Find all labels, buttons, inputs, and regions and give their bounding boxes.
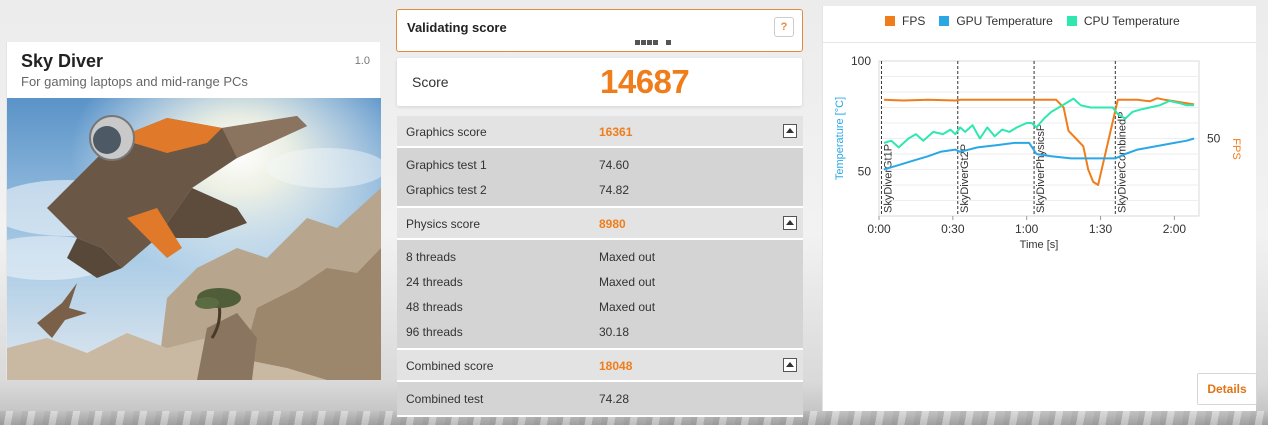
table-row: 8 threads Maxed out — [397, 244, 803, 269]
benchmark-title: Sky Diver — [21, 51, 104, 71]
section-score: 18048 — [599, 359, 633, 373]
phase-marker-label: SkyDiverGt2P — [959, 144, 971, 213]
row-label: Combined test — [406, 392, 484, 406]
row-label: 24 threads — [406, 275, 463, 289]
score-breakdown: Graphics score 16361 Graphics test 1 74.… — [397, 116, 803, 417]
section-score: 16361 — [599, 125, 633, 139]
progress-indicator — [635, 40, 671, 45]
table-row: 96 threads 30.18 — [397, 319, 803, 344]
legend-label: FPS — [902, 14, 926, 28]
y-left-tick-label: 50 — [858, 165, 872, 179]
cpu-temperature-swatch — [1066, 16, 1077, 26]
row-label: 96 threads — [406, 325, 463, 339]
x-tick-label: 0:00 — [867, 222, 891, 236]
row-value: Maxed out — [599, 275, 656, 289]
legend-label: CPU Temperature — [1083, 14, 1180, 28]
x-tick-label: 1:30 — [1089, 222, 1113, 236]
sky-diver-illustration — [7, 98, 381, 380]
validating-label: Validating score — [407, 20, 507, 35]
legend-label: GPU Temperature — [956, 14, 1053, 28]
row-label: Graphics test 1 — [406, 158, 487, 172]
table-row: 48 threads Maxed out — [397, 294, 803, 319]
row-label: Graphics test 2 — [406, 183, 487, 197]
gpu-temperature-swatch — [939, 16, 950, 26]
score-card: Score 14687 — [397, 58, 802, 106]
x-tick-label: 0:30 — [941, 222, 965, 236]
section-label: Physics score — [406, 217, 481, 231]
legend-item-fps[interactable]: FPS — [885, 14, 925, 28]
monitoring-chart: SkyDiverGt1P SkyDiverGt2P SkyDiverPhysicsP… — [834, 54, 1242, 251]
collapse-icon[interactable] — [783, 358, 797, 372]
phase-marker-label: SkyDiverPhysicsP — [1035, 124, 1047, 213]
row-value: Maxed out — [599, 300, 656, 314]
legend-item-gpu-temperature[interactable]: GPU Temperature — [939, 14, 1053, 28]
monitoring-panel: FPS GPU Temperature CPU Temperature SkyD… — [822, 6, 1257, 411]
row-label: 48 threads — [406, 300, 463, 314]
section-label: Combined score — [406, 359, 494, 373]
row-label: 8 threads — [406, 250, 457, 264]
combined-score-header[interactable]: Combined score 18048 — [397, 350, 803, 382]
x-axis-label: Time [s] — [1020, 239, 1059, 251]
fps-swatch — [885, 16, 895, 26]
row-value: 74.82 — [599, 183, 630, 197]
phase-marker-label: SkyDiverGt1P — [882, 144, 894, 213]
row-value: 74.28 — [599, 392, 630, 406]
details-button[interactable]: Details — [1197, 373, 1257, 405]
x-tick-label: 2:00 — [1163, 222, 1187, 236]
help-button[interactable]: ? — [774, 17, 794, 37]
y-right-axis-label: FPS — [1230, 138, 1242, 159]
graphics-score-header[interactable]: Graphics score 16361 — [397, 116, 803, 148]
y-left-tick-label: 100 — [851, 54, 871, 68]
physics-score-details: 8 threads Maxed out 24 threads Maxed out… — [397, 240, 803, 350]
validating-score-banner: Validating score ? — [396, 9, 803, 52]
section-score: 8980 — [599, 217, 626, 231]
table-row: Graphics test 1 74.60 — [397, 152, 803, 177]
benchmark-subtitle: For gaming laptops and mid-range PCs — [21, 74, 248, 89]
benchmark-artwork — [7, 98, 381, 380]
row-value: 30.18 — [599, 325, 630, 339]
legend-item-cpu-temperature[interactable]: CPU Temperature — [1066, 14, 1180, 28]
divider — [823, 42, 1256, 43]
benchmark-version: 1.0 — [354, 55, 370, 67]
benchmark-info-panel: Sky Diver 1.0 For gaming laptops and mid… — [6, 42, 381, 380]
score-label: Score — [412, 74, 449, 90]
table-row: 24 threads Maxed out — [397, 269, 803, 294]
row-value: 74.60 — [599, 158, 630, 172]
y-right-tick-label: 50 — [1207, 132, 1221, 146]
graphics-score-details: Graphics test 1 74.60 Graphics test 2 74… — [397, 148, 803, 208]
phase-marker-label: SkyDiverCombinedP — [1116, 112, 1128, 213]
total-score: 14687 — [600, 63, 690, 100]
x-tick-label: 1:00 — [1015, 222, 1039, 236]
table-row: Graphics test 2 74.82 — [397, 177, 803, 202]
row-value: Maxed out — [599, 250, 656, 264]
table-row: Combined test 74.28 — [397, 386, 803, 411]
chart-legend: FPS GPU Temperature CPU Temperature — [885, 14, 1180, 28]
section-label: Graphics score — [406, 125, 487, 139]
physics-score-header[interactable]: Physics score 8980 — [397, 208, 803, 240]
collapse-icon[interactable] — [783, 124, 797, 138]
y-left-axis-label: Temperature [°C] — [834, 97, 846, 180]
combined-score-details: Combined test 74.28 — [397, 382, 803, 417]
collapse-icon[interactable] — [783, 216, 797, 230]
